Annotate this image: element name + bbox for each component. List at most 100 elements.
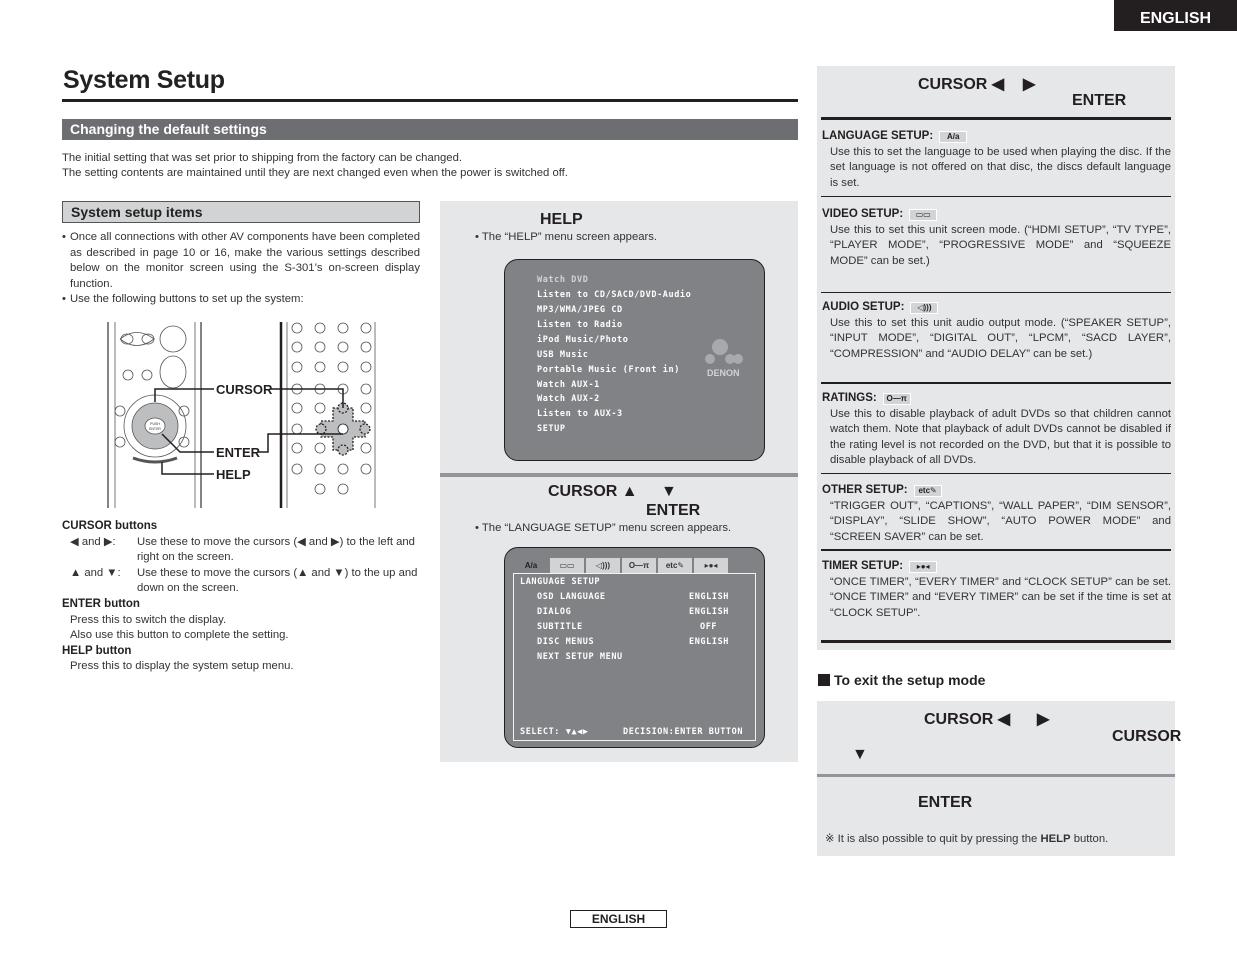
exit-divider: [817, 774, 1175, 777]
step2-down-label: ▼: [661, 483, 677, 500]
entry-title: AUDIO SETUP:: [822, 301, 905, 313]
osd-tab-language-icon: A/a: [514, 558, 548, 573]
bullet-item: Use the following buttons to set up the …: [62, 292, 420, 308]
denon-logo: DENON: [705, 335, 755, 385]
osd-tab-ratings-icon: O—π: [622, 558, 656, 573]
help-menu-item: iPod Music/Photo: [537, 335, 629, 345]
setup-menu-panel: CURSOR ◀ ▶ ENTER LANGUAGE SETUP: A/a Use …: [817, 66, 1175, 650]
entry-title: OTHER SETUP:: [822, 484, 908, 496]
osd-row-label: SUBTITLE: [537, 622, 583, 632]
rule: [821, 382, 1171, 384]
entry-timer-setup: TIMER SETUP: ▸●◂ “ONCE TIMER”, “EVERY TIM…: [822, 559, 1171, 621]
osd-footer-select: SELECT: ▼▲◀▶: [520, 727, 589, 737]
cursor-lr-row: ◀ and ▶: Use these to move the cursors (…: [62, 535, 422, 566]
entry-other-setup: OTHER SETUP: etc✎ “TRIGGER OUT”, “CAPTION…: [822, 483, 1171, 545]
callout-lines: [154, 388, 344, 475]
push-enter-label: ENTER: [149, 427, 161, 431]
rule: [821, 196, 1171, 197]
setup-items-header: System setup items: [62, 201, 420, 223]
language-tab: ENGLISH: [1114, 0, 1237, 31]
osd-row-label: OSD LANGUAGE: [537, 592, 606, 602]
rule: [821, 117, 1171, 120]
step1-label: HELP: [540, 211, 583, 228]
language-setup-screen: A/a ▭▭ ◁))) O—π etc✎ ▸●◂ LANGUAGE SETUP …: [504, 547, 765, 748]
osd-tab-audio-icon: ◁))): [586, 558, 620, 573]
button-descriptions: CURSOR buttons ◀ and ▶: Use these to mov…: [62, 519, 422, 675]
osd-row-value: ENGLISH: [689, 637, 730, 647]
help-menu-item: Portable Music (Front in): [537, 365, 680, 375]
enter-desc: Press this to switch the display.: [70, 613, 227, 626]
key-icon: O—π: [882, 392, 911, 405]
osd-footer-decision: DECISION:ENTER BUTTON: [623, 727, 744, 737]
page-title: System Setup: [63, 66, 225, 94]
cursor-lr-desc: Use these to move the cursors (◀ and ▶) …: [137, 535, 415, 564]
help-menu-item: USB Music: [537, 350, 589, 360]
entry-text: Use this to set the language to be used …: [830, 145, 1171, 189]
help-menu-item: Watch AUX-2: [537, 394, 600, 404]
other-icon: etc✎: [913, 484, 942, 497]
entry-audio-setup: AUDIO SETUP: ◁))) Use this to set this un…: [822, 300, 1171, 362]
video-icon: ▭▭: [909, 208, 938, 221]
enter-label: ENTER: [216, 445, 261, 460]
step2-cursor-label: CURSOR ▲: [548, 483, 638, 500]
setup-items-bullets: Once all connections with other AV compo…: [62, 230, 420, 308]
step1-note: • The “HELP” menu screen appears.: [475, 231, 658, 243]
cursor-ud-key: ▲ and ▼:: [70, 566, 121, 579]
steps-divider: [440, 473, 798, 477]
osd-tab-video-icon: ▭▭: [550, 558, 584, 573]
cursor-buttons-title: CURSOR buttons: [62, 520, 158, 532]
osd-row-label: NEXT SETUP MENU: [537, 652, 623, 662]
rp-cursor-label: CURSOR ◀: [918, 76, 1005, 93]
entry-text: Use this to disable playback of adult DV…: [830, 407, 1171, 467]
entry-video-setup: VIDEO SETUP: ▭▭ Use this to set this unit…: [822, 207, 1171, 269]
exit-cursor-label: CURSOR ◀: [924, 711, 1011, 728]
rule: [821, 292, 1171, 293]
help-menu-item: Listen to AUX-3: [537, 409, 623, 419]
intro-text: The initial setting that was set prior t…: [62, 151, 568, 181]
help-button-title: HELP button: [62, 644, 132, 657]
help-menu-item: Watch DVD: [537, 275, 589, 285]
enter-desc: Also use this button to complete the set…: [70, 629, 289, 642]
timer-icon: ▸●◂: [909, 560, 938, 573]
exit-enter-label: ENTER: [918, 794, 973, 811]
enter-button-title: ENTER button: [62, 597, 140, 610]
entry-title: RATINGS:: [822, 392, 877, 404]
help-menu-item: Listen to CD/SACD/DVD-Audio: [537, 290, 692, 300]
cursor-ud-row: ▲ and ▼: Use these to move the cursors (…: [62, 566, 422, 597]
rule: [821, 549, 1171, 551]
help-menu-item: MP3/WMA/JPEG CD: [537, 305, 623, 315]
entry-title: VIDEO SETUP:: [822, 208, 904, 220]
footer-language-label: ENGLISH: [570, 910, 667, 928]
section-header: Changing the default settings: [62, 119, 798, 140]
entry-title: LANGUAGE SETUP:: [822, 130, 934, 142]
rp-right-label: ▶: [1023, 76, 1036, 93]
remote-left: [107, 322, 202, 508]
steps-panel: HELP • The “HELP” menu screen appears. W…: [440, 201, 798, 762]
entry-language-setup: LANGUAGE SETUP: A/a Use this to set the l…: [822, 129, 1171, 191]
osd-title: LANGUAGE SETUP: [520, 577, 601, 587]
rule: [821, 473, 1171, 474]
osd-row-value: OFF: [700, 622, 718, 632]
cursor-label: CURSOR: [216, 382, 273, 397]
push-enter-label: PUSH: [150, 422, 160, 426]
help-menu-item: Watch AUX-1: [537, 380, 600, 390]
exit-note: ※ It is also possible to quit by pressin…: [825, 832, 1108, 845]
help-menu-item: Listen to Radio: [537, 320, 623, 330]
help-desc: Press this to display the system setup m…: [70, 660, 294, 673]
title-rule: [62, 99, 798, 102]
osd-row-label: DIALOG: [537, 607, 572, 617]
intro-line: The setting contents are maintained unti…: [62, 167, 568, 179]
audio-icon: ◁))): [910, 301, 939, 314]
osd-tab-timer-icon: ▸●◂: [694, 558, 728, 573]
exit-note-bold: HELP: [1040, 833, 1071, 845]
osd-row-value: ENGLISH: [689, 607, 730, 617]
osd-tabs: A/a ▭▭ ◁))) O—π etc✎ ▸●◂: [514, 558, 728, 573]
square-bullet-icon: [818, 674, 830, 686]
entry-ratings: RATINGS: O—π Use this to disable playback…: [822, 391, 1171, 469]
exit-section-header: To exit the setup mode: [818, 672, 985, 688]
osd-tab-other-icon: etc✎: [658, 558, 692, 573]
rule: [821, 640, 1171, 643]
help-menu-item: SETUP: [537, 424, 566, 434]
exit-down-label: ▼: [852, 746, 868, 763]
exit-note-prefix: ※ It is also possible to quit by pressin…: [825, 833, 1041, 845]
